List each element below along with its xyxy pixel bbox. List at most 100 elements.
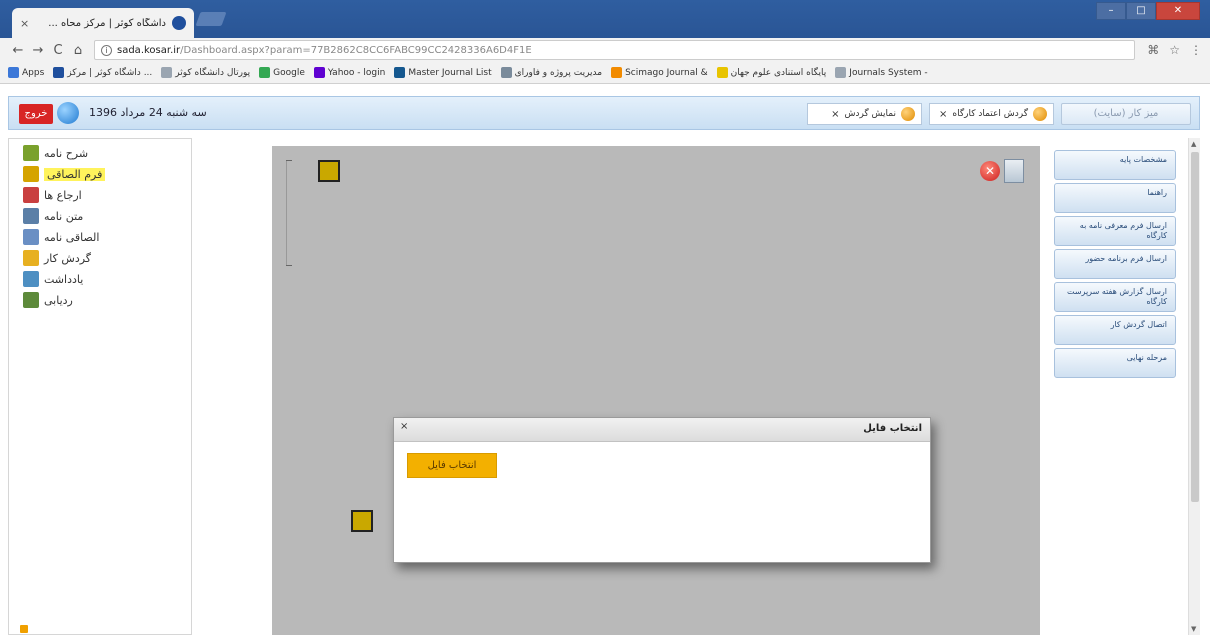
left-menu-item[interactable]: گردش کار: [23, 248, 91, 268]
workflow-node[interactable]: [351, 510, 373, 532]
app-header: خروج سه شنبه 24 مرداد 1396 نمایش گردش × …: [8, 96, 1200, 130]
left-menu-item[interactable]: یادداشت: [23, 269, 83, 289]
left-menu-item[interactable]: شرح نامه: [23, 143, 88, 163]
reload-button[interactable]: C: [48, 43, 68, 58]
dialog-title: انتخاب فایل: [863, 423, 922, 434]
menu-item-label: الصاقی نامه: [44, 230, 100, 244]
workflow-orb-icon: [1033, 107, 1047, 121]
bookmark-item[interactable]: پایگاه استنادی علوم جهان: [716, 67, 827, 78]
header-tab-workshop-trust[interactable]: گردش اعتماد کارگاه ×: [929, 103, 1054, 125]
document-icon[interactable]: [1004, 159, 1024, 183]
bookmark-item[interactable]: Apps: [8, 67, 44, 78]
workflow-step-item[interactable]: ارسال گزارش هفته سرپرست کارگاه: [1054, 282, 1176, 312]
bookmark-label: Yahoo - login: [327, 67, 386, 78]
bookmark-item[interactable]: Master Journal List: [394, 67, 492, 78]
header-tab-close-icon[interactable]: ×: [831, 109, 839, 120]
workflow-step-item[interactable]: مرحله نهایی: [1054, 348, 1176, 378]
bookmarks-bar: Apps داشگاه کوثر | مرکز ... پورتال دانشگاه…: [0, 62, 1210, 84]
url-input[interactable]: i sada.kosar.ir /Dashboard.aspx?param=77…: [94, 40, 1136, 60]
close-window-button[interactable]: ✕: [1156, 2, 1200, 20]
menu-item-label: متن نامه: [44, 209, 84, 223]
bookmark-item[interactable]: پورتال دانشگاه کوثر: [161, 67, 250, 78]
exit-button[interactable]: خروج: [19, 104, 53, 124]
minimize-button[interactable]: –: [1096, 2, 1126, 20]
bookmark-icon: [53, 67, 65, 78]
bookmark-item[interactable]: مدیریت پروژه و فاورای: [500, 67, 603, 78]
bookmark-icon: [835, 67, 847, 78]
workflow-orb-icon: [901, 107, 915, 121]
left-menu-item[interactable]: الصاقی نامه: [23, 227, 99, 247]
translate-icon[interactable]: ⌘: [1147, 43, 1159, 57]
menu-item-icon: [23, 271, 39, 287]
letter-side-menu: شرح نامه فرم الصاقی ارجاع ها متن نامه الصاقی…: [8, 138, 192, 635]
globe-icon: [57, 102, 79, 124]
bookmark-item[interactable]: Scimago Journal &: [611, 67, 708, 78]
menu-item-icon: [23, 229, 39, 245]
header-tab-workflow-view[interactable]: نمایش گردش ×: [807, 103, 922, 125]
workflow-step-item[interactable]: راهنما: [1054, 183, 1176, 213]
site-favicon-icon: [172, 16, 186, 30]
left-menu-item[interactable]: فرم الصاقی: [23, 164, 106, 184]
menu-item-label: یادداشت: [44, 272, 84, 286]
header-tab-close-icon[interactable]: ×: [939, 109, 947, 120]
choose-file-button[interactable]: انتخاب فایل: [407, 453, 497, 478]
menu-item-label: ردیابی: [44, 293, 73, 307]
bookmark-icon: [394, 67, 406, 78]
desktop-module-button[interactable]: میز کار (سایت): [1061, 103, 1191, 125]
bookmark-icon: [161, 67, 173, 78]
menu-item-label: فرم الصاقی: [44, 167, 106, 181]
tab-close-icon[interactable]: ×: [20, 17, 29, 30]
menu-item-label: شرح نامه: [44, 146, 89, 160]
menu-item-label: ارجاع ها: [44, 188, 82, 202]
dialog-header: × انتخاب فایل: [394, 418, 930, 442]
bookmark-item[interactable]: Google: [259, 67, 305, 78]
scroll-down-icon[interactable]: ▼: [1191, 625, 1196, 633]
menu-icon[interactable]: ⋮: [1190, 43, 1202, 57]
header-tab-label: گردش اعتماد کارگاه: [952, 109, 1028, 119]
maximize-button[interactable]: □: [1126, 2, 1156, 20]
menu-item-icon: [23, 292, 39, 308]
forward-button[interactable]: →: [28, 43, 48, 58]
page-scrollbar[interactable]: ▲ ▼: [1188, 138, 1200, 635]
bookmark-item[interactable]: Yahoo - login: [313, 67, 386, 78]
bookmark-label: داشگاه کوثر | مرکز ...: [67, 67, 153, 78]
bookmark-label: پایگاه استنادی علوم جهان: [730, 67, 827, 78]
zoom-slider[interactable]: [286, 160, 294, 266]
bookmark-icon: [500, 67, 512, 78]
browser-tab[interactable]: داشگاه کوثر | مرکز محاه ... ×: [12, 8, 194, 38]
home-button[interactable]: ⌂: [68, 43, 88, 58]
bookmark-label: Scimago Journal &: [625, 67, 708, 78]
menu-item-icon: [23, 187, 39, 203]
workflow-node[interactable]: [318, 160, 340, 182]
left-menu-item[interactable]: ارجاع ها: [23, 185, 82, 205]
dialog-close-icon[interactable]: ×: [400, 421, 408, 432]
workflow-step-item[interactable]: اتصال گردش کار: [1054, 315, 1176, 345]
menu-item-label: گردش کار: [44, 251, 92, 265]
bookmark-label: Google: [273, 67, 305, 78]
scroll-up-icon[interactable]: ▲: [1191, 140, 1196, 148]
url-host: sada.kosar.ir: [117, 44, 181, 56]
bookmark-icon: [611, 67, 623, 78]
left-menu-item[interactable]: متن نامه: [23, 206, 83, 226]
bookmark-icon: [313, 67, 325, 78]
workflow-step-item[interactable]: ارسال فرم معرفی نامه به کارگاه: [1054, 216, 1176, 246]
address-bar-row: ← → C ⌂ i sada.kosar.ir /Dashboard.aspx?…: [0, 38, 1210, 62]
bookmark-item[interactable]: Journals System -: [835, 67, 928, 78]
url-path: /Dashboard.aspx?param=77B2862C8CC6FABC99…: [180, 44, 532, 56]
menu-item-icon: [23, 166, 39, 182]
new-tab-button[interactable]: [195, 12, 227, 26]
bookmark-label: Journals System -: [849, 67, 928, 78]
info-icon[interactable]: i: [101, 44, 112, 56]
bookmark-item[interactable]: داشگاه کوثر | مرکز ...: [53, 67, 152, 78]
left-menu-item[interactable]: ردیابی: [23, 290, 73, 310]
bookmark-label: Apps: [22, 67, 45, 78]
back-button[interactable]: ←: [8, 43, 28, 58]
workflow-step-item[interactable]: مشخصات پایه: [1054, 150, 1176, 180]
file-select-dialog: × انتخاب فایل انتخاب فایل: [393, 417, 931, 563]
workflow-step-item[interactable]: ارسال فرم برنامه حضور: [1054, 249, 1176, 279]
error-icon[interactable]: ✕: [980, 161, 1000, 181]
star-icon[interactable]: ☆: [1169, 43, 1180, 57]
browser-titlebar: داشگاه کوثر | مرکز محاه ... × – □ ✕: [0, 0, 1210, 38]
bookmark-label: مدیریت پروژه و فاورای: [514, 67, 603, 78]
scroll-thumb[interactable]: [1191, 152, 1199, 502]
